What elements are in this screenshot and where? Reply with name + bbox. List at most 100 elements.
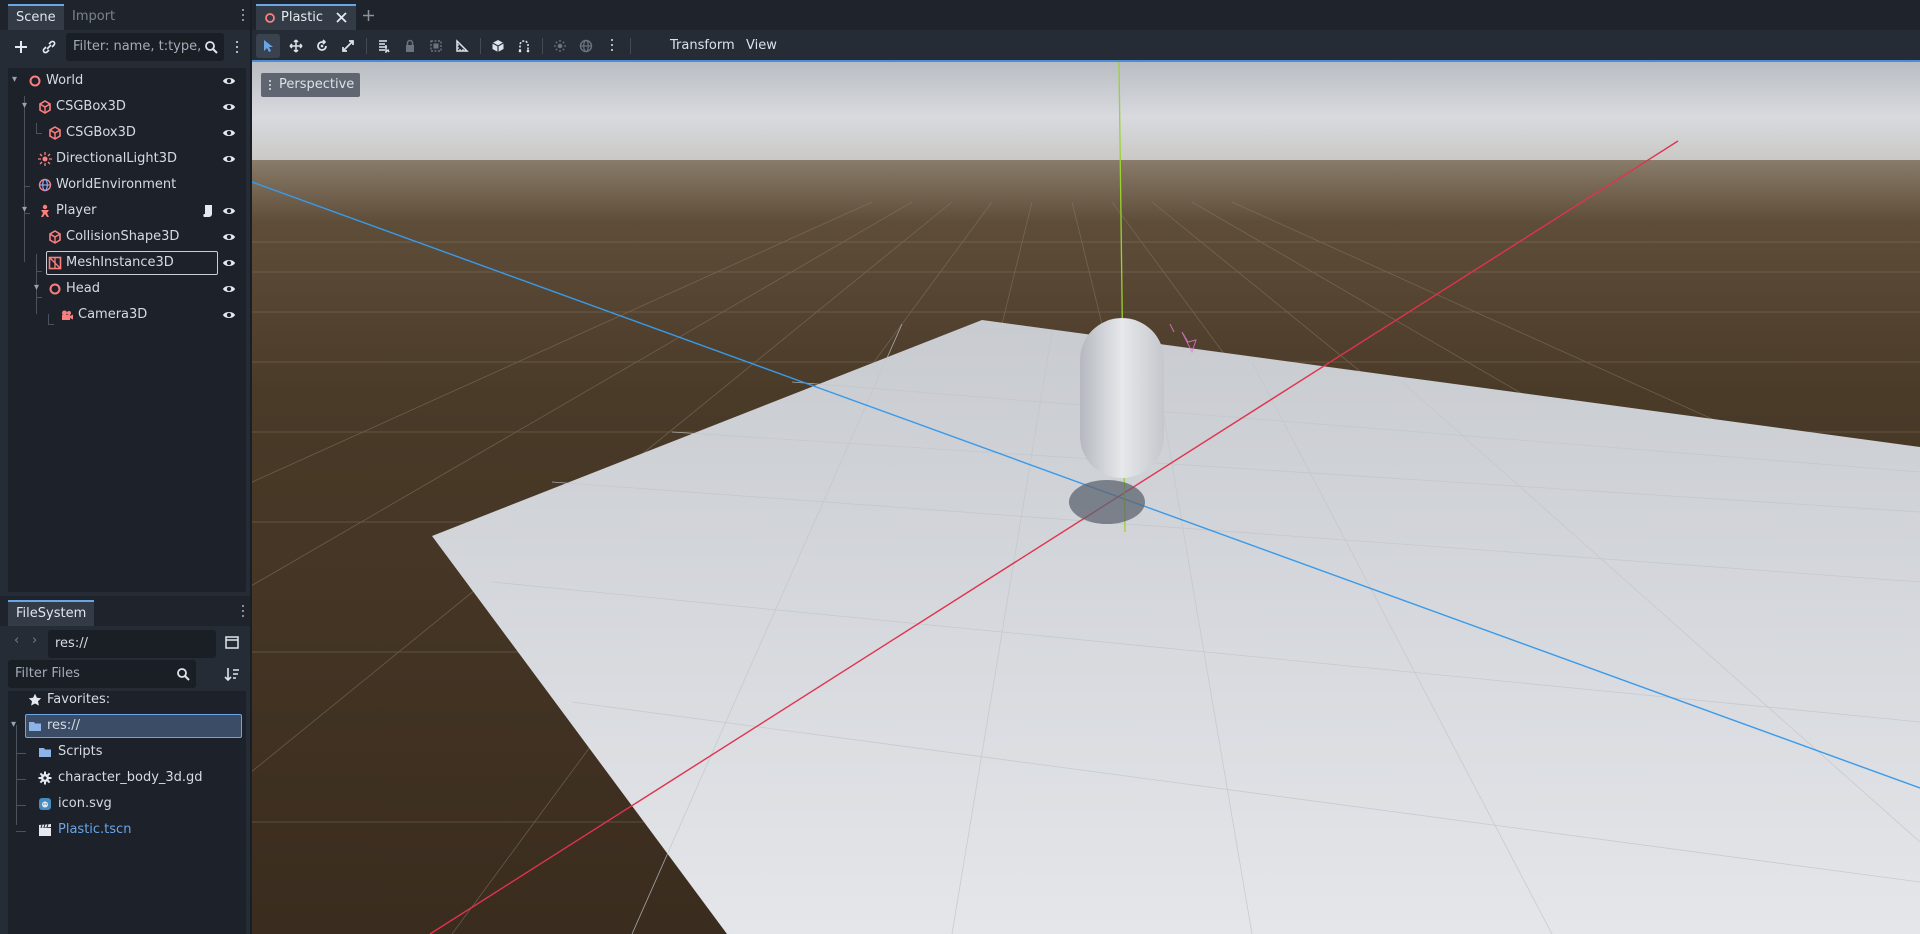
visibility-eye-icon[interactable] [222,205,236,217]
visibility-eye-icon[interactable] [222,75,236,87]
rotate-icon [317,39,327,51]
main-editor: Plastic Transform View Perspective [252,0,1920,934]
toggle-sun-button[interactable] [548,34,572,58]
tree-item-csgbox3d-child[interactable]: CSGBox3D [8,120,246,146]
globe-icon [38,178,52,192]
csgbox-icon [39,100,51,114]
snap-button[interactable] [512,34,536,58]
visibility-eye-icon[interactable] [222,153,236,165]
rotate-tool-button[interactable] [310,34,334,58]
ruler-button[interactable] [450,34,474,58]
tree-item-directionallight3d[interactable]: DirectionalLight3D [8,146,246,172]
visibility-eye-icon[interactable] [222,283,236,295]
snap-icon [518,40,530,53]
tree-item-label: DirectionalLight3D [56,151,178,166]
file-item-label: icon.svg [58,796,112,811]
menu-transform[interactable]: Transform [670,30,735,62]
tree-item-meshinstance3d[interactable]: MeshInstance3D [8,250,246,276]
tab-filesystem[interactable]: FileSystem [8,600,95,626]
visibility-eye-icon[interactable] [222,257,236,269]
select-tool-button[interactable] [256,34,280,58]
chevron-down-icon[interactable]: ▾ [34,281,46,295]
scene-dock: Scene Import Filter: name, t:type, ▾ Wor… [0,0,250,596]
search-icon [177,668,190,681]
perspective-menu-button[interactable]: Perspective [261,73,361,97]
filter-files-input[interactable]: Filter Files [8,660,196,688]
list-select-icon [379,40,390,53]
viewport-toolbar: Transform View [252,30,1920,62]
tree-item-player[interactable]: ▾ Player [8,198,246,224]
image-icon [39,798,51,810]
tab-import[interactable]: Import [64,4,123,30]
group-button[interactable] [424,34,448,58]
search-icon [205,41,218,54]
list-select-button[interactable] [372,34,396,58]
visibility-eye-icon[interactable] [222,231,236,243]
chevron-down-icon[interactable]: ▾ [12,73,24,87]
visibility-eye-icon[interactable] [222,309,236,321]
visibility-eye-icon[interactable] [222,101,236,113]
tab-scene[interactable]: Scene [8,4,64,30]
csgbox-icon [49,126,61,140]
menu-view[interactable]: View [746,30,777,62]
filter-files-placeholder: Filter Files [15,666,80,681]
chevron-down-icon[interactable]: ▾ [22,203,34,217]
instance-scene-button[interactable] [36,34,62,60]
3d-viewport[interactable]: Perspective [252,62,1920,934]
tree-item-collisionshape3d[interactable]: CollisionShape3D [8,224,246,250]
move-icon [289,39,303,53]
scale-icon [342,40,354,52]
file-item-scripts[interactable]: Scripts [8,739,246,765]
file-item-icon-svg[interactable]: icon.svg [8,791,246,817]
star-icon [28,693,42,706]
back-arrow-icon[interactable]: ‹ [14,633,19,648]
filesystem-dock-menu-icon[interactable] [238,602,248,620]
path-input[interactable]: res:// [48,630,216,658]
tree-item-label: MeshInstance3D [66,255,174,270]
player-capsule[interactable] [1080,318,1164,478]
add-tab-icon[interactable] [362,9,375,22]
forward-arrow-icon[interactable]: › [32,633,37,648]
tree-item-label: Head [66,281,100,296]
res-root-item[interactable]: ▾ res:// [8,713,246,739]
sort-icon[interactable] [224,667,240,682]
lock-button[interactable] [398,34,422,58]
tree-item-head[interactable]: ▾ Head [8,276,246,302]
file-item-plastic-tscn[interactable]: Plastic.tscn [8,817,246,843]
close-icon[interactable] [336,12,347,23]
folder-icon [39,748,51,757]
file-item-character-body-3d-gd[interactable]: character_body_3d.gd [8,765,246,791]
visibility-eye-icon[interactable] [222,127,236,139]
character-icon [41,204,49,217]
split-view-icon[interactable] [225,636,239,649]
tree-item-label: Player [56,203,97,218]
chevron-down-icon[interactable]: ▾ [11,718,23,732]
move-tool-button[interactable] [284,34,308,58]
add-node-button[interactable] [8,34,34,60]
filter-files-row: Filter Files [0,658,250,690]
camera-icon [62,310,73,320]
path-row: ‹ › res:// [0,626,250,658]
tree-item-camera3d[interactable]: Camera3D [8,302,246,328]
toggle-environment-button[interactable] [574,34,598,58]
favorites-label: Favorites: [47,692,111,707]
scene-filter-input[interactable]: Filter: name, t:type, [66,33,224,61]
file-item-label: Scripts [58,744,103,759]
scene-dock-menu-icon[interactable] [238,6,248,24]
scene-tab-plastic[interactable]: Plastic [256,4,356,30]
node3d-icon [29,75,41,87]
script-icon[interactable] [202,204,214,218]
scene-options-button[interactable] [224,34,250,60]
chevron-down-icon[interactable]: ▾ [22,99,34,113]
local-space-button[interactable] [486,34,510,58]
tree-item-worldenvironment[interactable]: WorldEnvironment [8,172,246,198]
tree-item-csgbox3d[interactable]: ▾ CSGBox3D [8,94,246,120]
tree-item-label: WorldEnvironment [56,177,177,192]
scale-tool-button[interactable] [336,34,360,58]
favorites-item[interactable]: Favorites: [8,687,246,713]
group-icon [430,40,442,52]
environment-options-button[interactable] [600,34,624,58]
node3d-icon [49,283,61,295]
ruler-icon [456,39,469,52]
tree-item-world[interactable]: ▾ World [8,68,246,94]
